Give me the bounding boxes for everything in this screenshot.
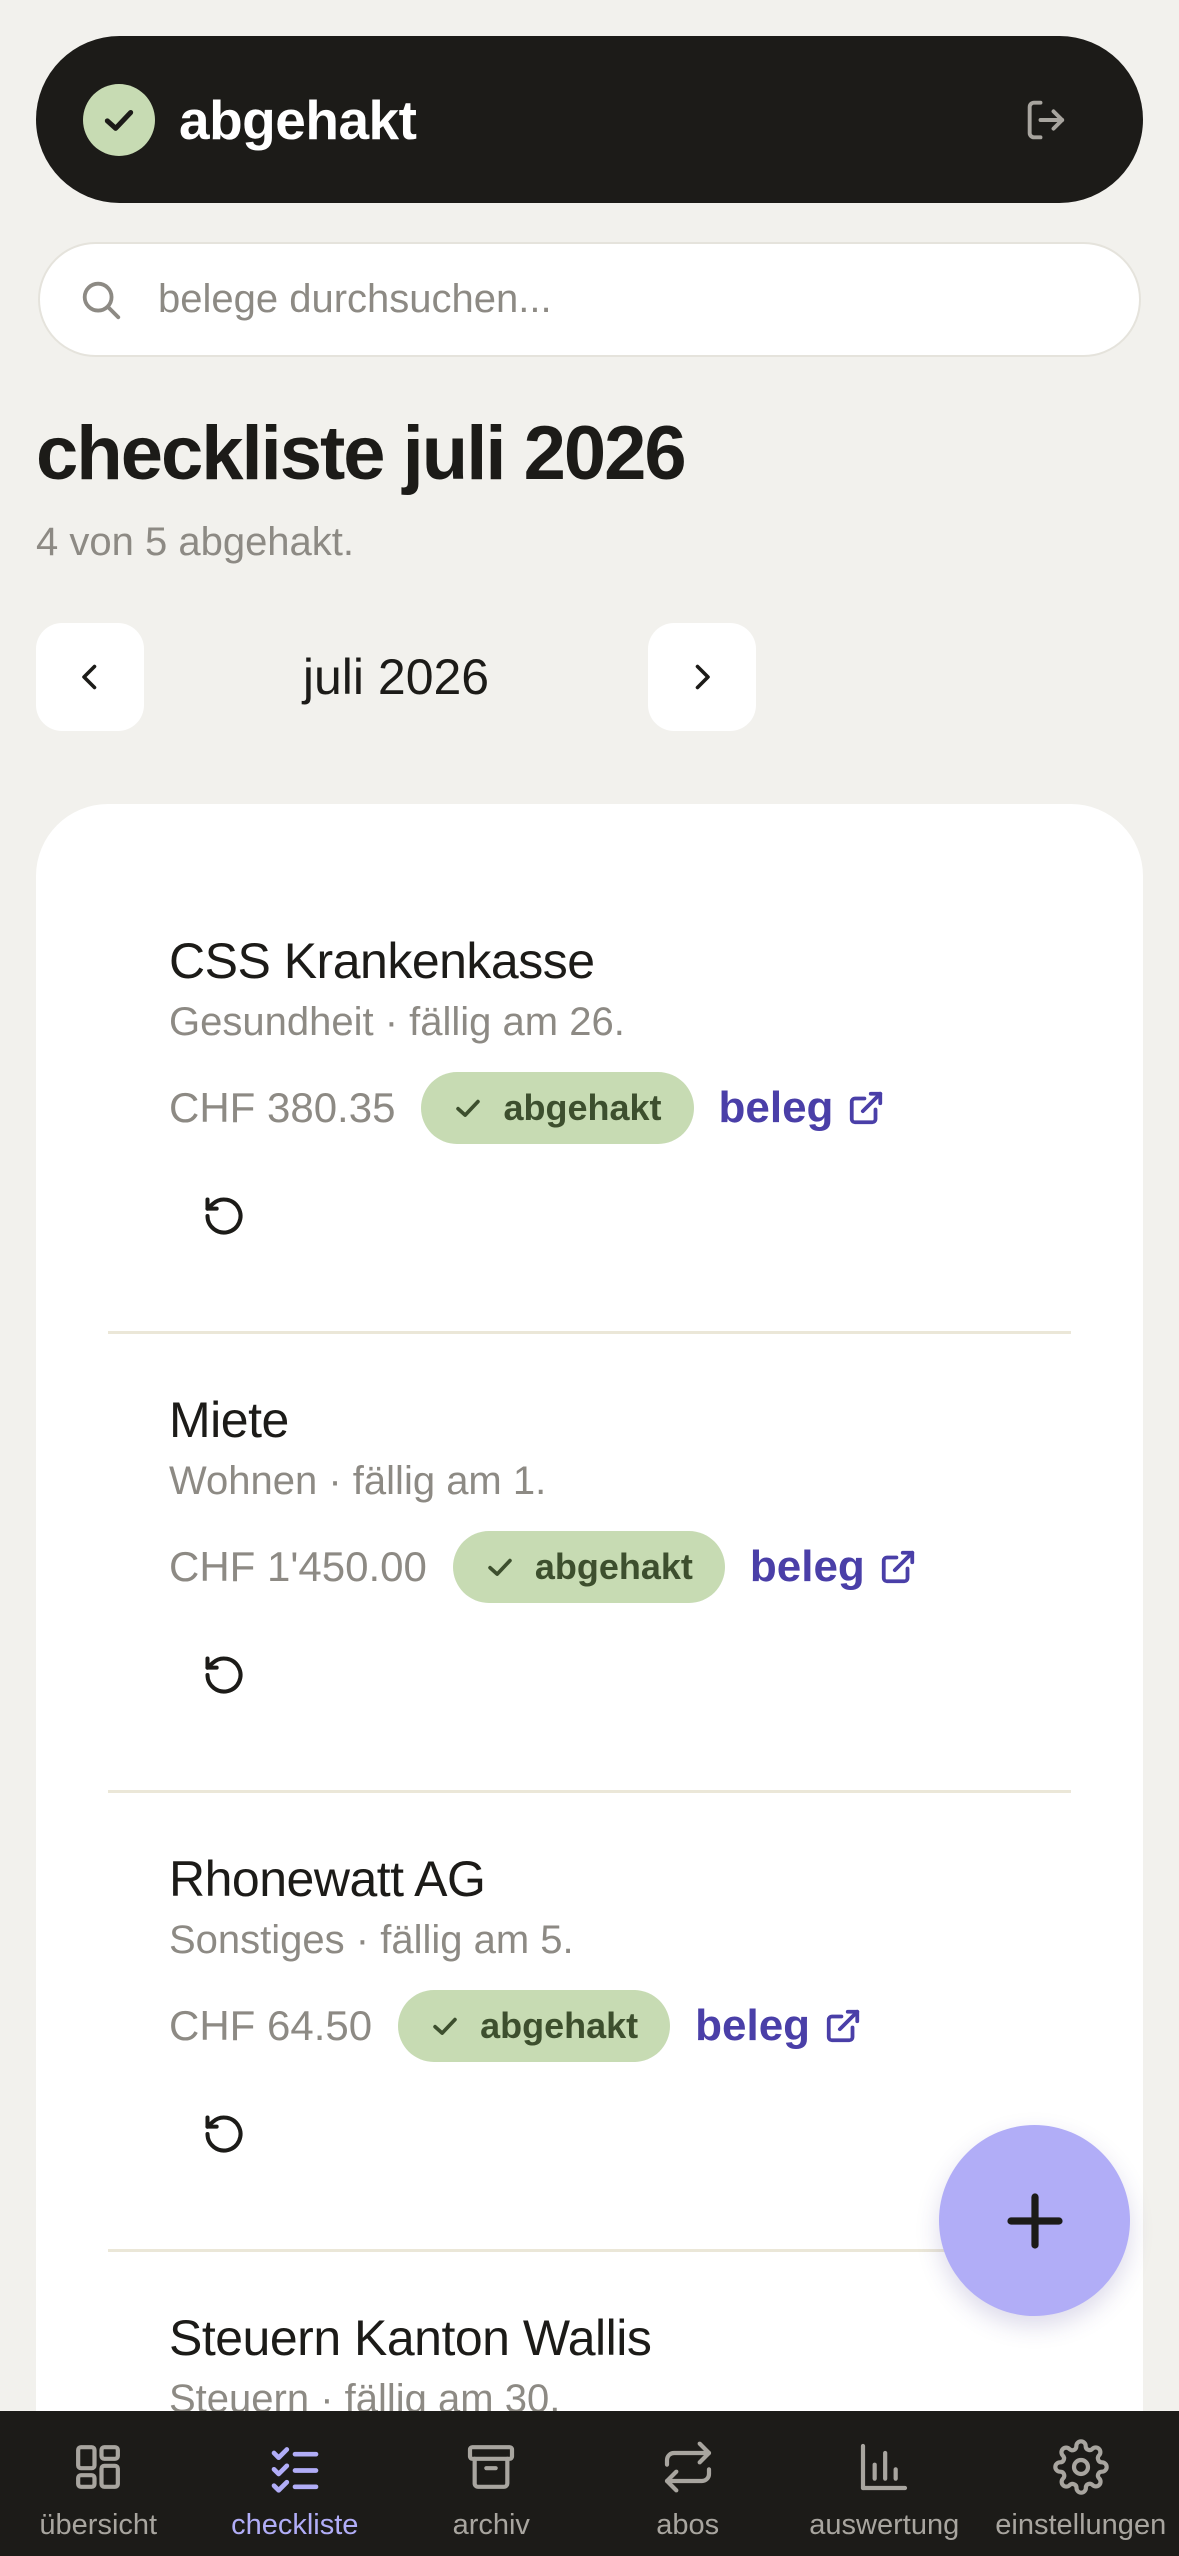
month-label: juli 2026	[302, 649, 490, 705]
status-badge-label: abgehakt	[480, 2005, 639, 2046]
undo-icon	[205, 2115, 243, 2153]
receipt-link-label: beleg	[718, 1083, 834, 1132]
check-icon	[433, 2017, 457, 2035]
nav-item-checkliste[interactable]: checkliste	[197, 2411, 394, 2556]
receipt-link[interactable]: beleg	[719, 1083, 886, 1133]
bar-chart-icon	[861, 2443, 908, 2491]
check-icon	[456, 1099, 481, 1117]
nav-item-auswertung[interactable]: auswertung	[786, 2411, 983, 2556]
status-badge: abgehakt	[421, 1072, 694, 1144]
nav-item-archiv[interactable]: archiv	[393, 2411, 590, 2556]
item-details-row: CHF 1'450.00 abgehakt beleg	[169, 1531, 917, 1603]
nav-label: übersicht	[39, 2509, 158, 2541]
grid-icon	[76, 2445, 121, 2489]
checklist-item: CSS Krankenkasse Gesundheit · fällig am …	[108, 804, 1071, 1263]
receipt-link[interactable]: beleg	[750, 1542, 917, 1592]
plus-icon	[1006, 2192, 1063, 2249]
undo-icon	[205, 1656, 243, 1694]
chevron-left-icon	[82, 664, 97, 690]
undo-button[interactable]	[189, 1181, 259, 1251]
chevron-right-icon	[695, 664, 710, 690]
external-link-icon	[850, 1091, 883, 1125]
bottom-nav: übersicht checkliste archiv abos auswert…	[0, 2411, 1179, 2556]
checklist-item: Rhonewatt AG Sonstiges · fällig am 5. CH…	[108, 1722, 1071, 2181]
undo-icon	[205, 1197, 243, 1235]
nav-item-uebersicht[interactable]: übersicht	[0, 2411, 197, 2556]
status-badge: abgehakt	[452, 1531, 725, 1603]
item-meta: Gesundheit · fällig am 26.	[169, 1000, 625, 1044]
item-meta: Wohnen · fällig am 1.	[169, 1459, 547, 1503]
nav-label: checkliste	[231, 2509, 359, 2541]
search-icon	[82, 281, 121, 319]
gear-icon	[1053, 2439, 1109, 2495]
search-bar	[38, 242, 1141, 357]
brand-name: abgehakt	[179, 88, 417, 151]
item-name: Steuern Kanton Wallis	[169, 2310, 652, 2366]
item-name: CSS Krankenkasse	[169, 933, 595, 989]
item-meta: Sonstiges · fällig am 5.	[169, 1918, 574, 1962]
brand-check-icon	[83, 83, 155, 156]
item-amount: CHF 1'450.00	[169, 1543, 427, 1590]
undo-button[interactable]	[189, 1640, 259, 1710]
nav-label: einstellungen	[995, 2509, 1167, 2541]
add-button[interactable]	[939, 2125, 1130, 2316]
next-month-button[interactable]	[648, 623, 756, 731]
status-badge-label: abgehakt	[503, 1087, 662, 1128]
archive-icon	[468, 2445, 515, 2489]
undo-button[interactable]	[189, 2099, 259, 2169]
logout-button[interactable]	[1011, 84, 1083, 156]
item-details-row: CHF 380.35 abgehakt beleg	[169, 1072, 885, 1144]
nav-label: archiv	[452, 2509, 530, 2541]
checklist-item: Miete Wohnen · fällig am 1. CHF 1'450.00…	[108, 1263, 1071, 1722]
page-title: checkliste juli 2026	[36, 411, 687, 496]
receipt-link[interactable]: beleg	[695, 2001, 862, 2051]
search-input[interactable]	[158, 277, 1058, 322]
external-link-icon	[826, 2009, 860, 2043]
status-badge-label: abgehakt	[534, 1546, 693, 1587]
repeat-icon	[664, 2441, 711, 2493]
check-icon	[488, 1558, 512, 1576]
item-name: Rhonewatt AG	[169, 1851, 486, 1907]
receipt-link-label: beleg	[695, 2001, 811, 2050]
app-header: abgehakt	[36, 36, 1143, 203]
nav-label: abos	[656, 2509, 720, 2541]
nav-item-einstellungen[interactable]: einstellungen	[983, 2411, 1179, 2556]
progress-text: 4 von 5 abgehakt.	[36, 520, 355, 564]
nav-label: auswertung	[809, 2509, 960, 2541]
checklist-icon	[271, 2447, 319, 2493]
nav-item-abos[interactable]: abos	[590, 2411, 787, 2556]
external-link-icon	[881, 1550, 914, 1584]
previous-month-button[interactable]	[36, 623, 144, 731]
receipt-link-label: beleg	[749, 1542, 865, 1591]
status-badge: abgehakt	[398, 1990, 671, 2062]
logout-icon	[1027, 100, 1065, 139]
item-amount: CHF 64.50	[169, 2002, 373, 2049]
item-amount: CHF 380.35	[169, 1084, 396, 1131]
item-details-row: CHF 64.50 abgehakt beleg	[169, 1990, 862, 2062]
item-name: Miete	[169, 1392, 289, 1448]
